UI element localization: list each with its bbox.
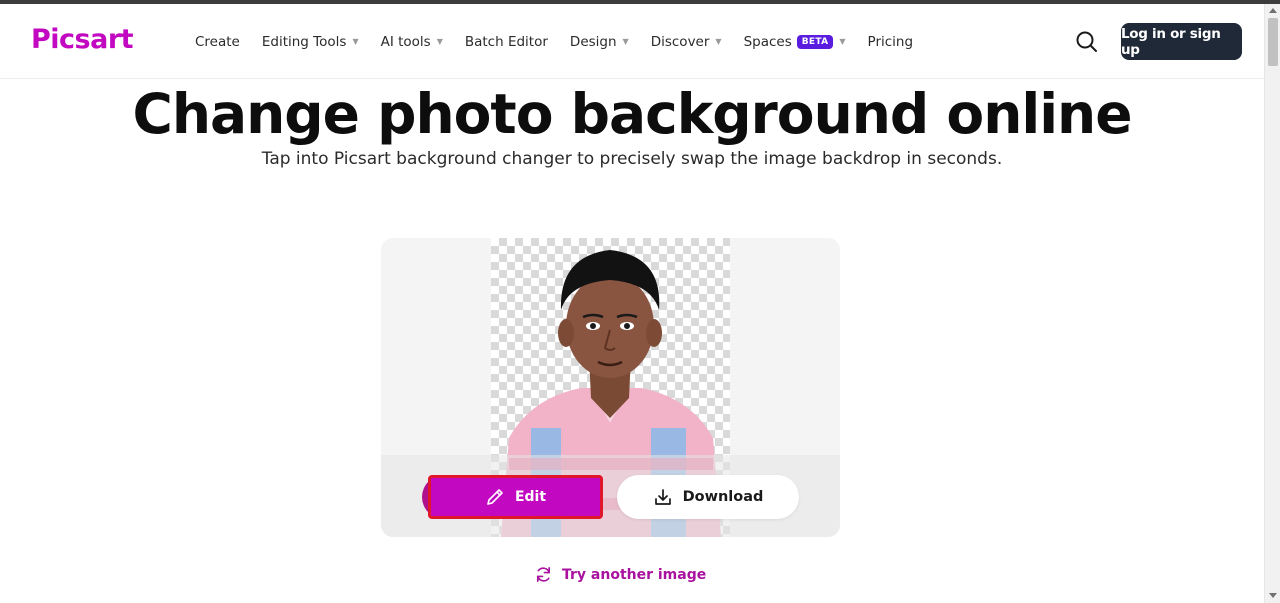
picsart-logo[interactable]: Picsart (31, 24, 134, 55)
page-scrollbar[interactable] (1264, 4, 1280, 603)
nav-item-ai-tools[interactable]: AI tools ▼ (381, 34, 443, 50)
try-another-image-link[interactable]: Try another image (534, 565, 706, 584)
nav-item-discover[interactable]: Discover ▼ (651, 34, 722, 50)
chevron-down-icon: ▼ (622, 37, 629, 46)
refresh-icon (536, 567, 551, 582)
nav-label: Pricing (867, 33, 914, 50)
nav-label: Design (569, 33, 617, 50)
nav-item-editing-tools[interactable]: Editing Tools ▼ (262, 34, 359, 50)
site-header: Picsart Create Editing Tools ▼ AI tools ▼ … (0, 4, 1264, 79)
chevron-down-icon: ▼ (352, 37, 359, 46)
nav-label: Editing Tools (261, 33, 347, 50)
nav-label: Spaces (743, 33, 792, 50)
page-title: Change photo background online (132, 82, 1132, 146)
download-icon (654, 489, 671, 505)
main-nav: Create Editing Tools ▼ AI tools ▼ Batch Ed… (195, 4, 935, 79)
edit-label: Edit (514, 489, 547, 505)
chevron-down-icon: ▼ (839, 37, 846, 46)
pencil-icon (487, 489, 503, 505)
nav-label: Batch Editor (464, 33, 548, 50)
try-another-label: Try another image (562, 566, 707, 583)
login-signup-button[interactable]: Log in or sign up (1121, 23, 1242, 60)
download-button[interactable]: Download (617, 475, 799, 519)
nav-item-batch-editor[interactable]: Batch Editor (465, 34, 548, 50)
scroll-up-icon[interactable] (1269, 8, 1277, 13)
search-icon[interactable] (1074, 29, 1100, 55)
nav-item-spaces[interactable]: Spaces BETA ▼ (744, 34, 846, 50)
chevron-down-icon: ▼ (436, 37, 443, 46)
scroll-down-icon[interactable] (1269, 593, 1277, 598)
nav-item-create[interactable]: Create (195, 34, 240, 50)
page-subtitle: Tap into Picsart background changer to p… (261, 149, 1003, 169)
edit-button[interactable]: Edit (428, 475, 603, 519)
scroll-thumb[interactable] (1268, 18, 1278, 66)
nav-label: AI tools (380, 33, 431, 50)
chevron-down-icon: ▼ (715, 37, 722, 46)
download-label: Download (682, 489, 764, 505)
nav-label: Discover (650, 33, 710, 50)
nav-item-pricing[interactable]: Pricing (868, 34, 914, 50)
beta-badge: BETA (796, 34, 834, 49)
nav-label: Create (195, 33, 240, 50)
nav-item-design[interactable]: Design ▼ (570, 34, 629, 50)
